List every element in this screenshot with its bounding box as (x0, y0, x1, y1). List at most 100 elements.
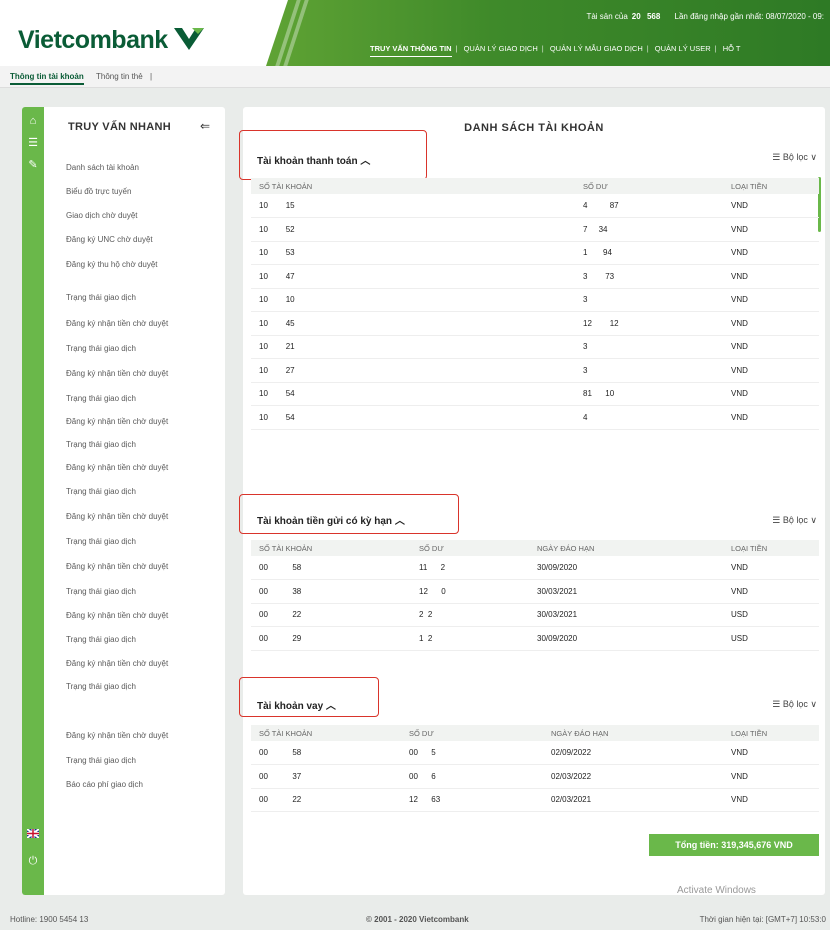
tab-card-info[interactable]: Thông tin thẻ (96, 72, 143, 81)
col-maturity-date[interactable]: NGÀY ĐÁO HẠN (529, 540, 723, 556)
table-row[interactable]: 10 15 4 87 VND (251, 194, 819, 218)
col-account-number[interactable]: SỐ TÀI KHOẢN (251, 178, 575, 194)
quick-item[interactable]: Trạng thái giao dịch (66, 537, 216, 547)
col-balance[interactable]: SỐ DƯ (401, 725, 543, 741)
col-currency[interactable]: LOẠI TIỀN (723, 725, 819, 741)
col-currency[interactable]: LOẠI TIỀN (723, 178, 819, 194)
copyright-text: © 2001 - 2020 Vietcombank (366, 915, 469, 924)
table-row[interactable]: 10 21 3 VND (251, 335, 819, 359)
deposit-table: SỐ TÀI KHOẢN SỐ DƯ NGÀY ĐÁO HẠN LOẠI TIỀ… (251, 540, 819, 651)
table-row[interactable]: 10 54 81 10 VND (251, 382, 819, 406)
hotline-text: Hotline: 1900 5454 13 (10, 915, 89, 924)
table-row[interactable]: 10 45 12 12 VND (251, 311, 819, 336)
tab-account-info[interactable]: Thông tin tài khoản (10, 72, 84, 85)
table-row[interactable]: 10 53 1 94 VND (251, 241, 819, 265)
sub-tabs: Thông tin tài khoản Thông tin thẻ | (0, 66, 830, 88)
balance-label: Tài sản của (586, 12, 628, 21)
deposit-filter-button[interactable]: ☰ Bộ lọc ∨ (772, 515, 817, 526)
quick-item[interactable]: Giao dịch chờ duyệt (66, 211, 216, 221)
footer: Hotline: 1900 5454 13 © 2001 - 2020 Viet… (0, 907, 830, 930)
quick-item[interactable]: Đăng ký nhận tiền chờ duyệt (66, 417, 216, 427)
user-info: Tài sản của 20 568 Lần đăng nhập gần nhất… (574, 12, 824, 21)
table-row[interactable]: 00 58 00 5 02/09/2022 VND (251, 741, 819, 765)
quick-item[interactable]: Đăng ký nhận tiền chờ duyệt (66, 512, 216, 522)
payment-filter-button[interactable]: ☰ Bộ lọc ∨ (772, 152, 817, 163)
quick-item[interactable]: Đăng ký nhận tiền chờ duyệt (66, 369, 216, 379)
chevron-down-icon: ∨ (810, 699, 817, 709)
table-row[interactable]: 00 29 1 2 30/09/2020 USD (251, 626, 819, 651)
quick-item[interactable]: Báo cáo phí giao dịch (66, 780, 216, 790)
current-time: Thời gian hiện tại: [GMT+7] 10:53:0 (699, 915, 826, 924)
pen-icon[interactable]: ✎ (27, 159, 39, 171)
last-login: Lần đăng nhập gần nhất: 08/07/2020 - 09: (674, 12, 824, 21)
deposit-section-title[interactable]: Tài khoản tiền gửi có kỳ hạn ︿ (257, 512, 405, 527)
quick-item[interactable]: Đăng ký nhận tiền chờ duyệt (66, 659, 216, 669)
col-balance[interactable]: SỐ DƯ (575, 178, 723, 194)
table-row[interactable]: 10 54 4 VND (251, 405, 819, 430)
quick-item[interactable]: Đăng ký nhận tiền chờ duyệt (66, 731, 216, 741)
header-banner (266, 0, 830, 66)
collapse-arrow-icon[interactable]: ⇐ (200, 119, 210, 133)
quick-item[interactable]: Trạng thái giao dịch (66, 293, 216, 303)
col-account-number[interactable]: SỐ TÀI KHOẢN (251, 540, 411, 556)
filter-icon: ☰ (772, 152, 781, 162)
chevron-down-icon: ∨ (810, 152, 817, 162)
total-amount-badge: Tổng tiền: 319,345,676 VND (649, 834, 819, 856)
header: Vietcombank Tài sản của 20 568 Lần đăng n… (0, 0, 830, 66)
table-row[interactable]: 00 58 11 2 30/09/2020 VND (251, 556, 819, 580)
filter-icon: ☰ (772, 699, 781, 709)
menu-icon[interactable]: ☰ (27, 137, 39, 149)
quick-item[interactable]: Trạng thái giao dịch (66, 487, 216, 497)
home-icon[interactable]: ⌂ (27, 115, 39, 127)
quick-item[interactable]: Đăng ký UNC chờ duyệt (66, 235, 216, 245)
quick-item[interactable]: Trạng thái giao dịch (66, 440, 216, 450)
nav-truy-van[interactable]: TRUY VẤN THÔNG TIN (370, 44, 452, 57)
loan-filter-button[interactable]: ☰ Bộ lọc ∨ (772, 699, 817, 710)
col-account-number[interactable]: SỐ TÀI KHOẢN (251, 725, 401, 741)
table-row[interactable]: 10 10 3 VND (251, 288, 819, 312)
quick-item[interactable]: Đăng ký nhận tiền chờ duyệt (66, 611, 216, 621)
payment-section-title[interactable]: Tài khoản thanh toán ︿ (257, 152, 370, 167)
power-icon[interactable]: ⏻ (27, 855, 39, 867)
chevron-up-icon[interactable]: ︿ (326, 701, 336, 712)
quick-query-title: TRUY VẤN NHANH (68, 121, 172, 133)
table-row[interactable]: 00 22 2 2 30/03/2021 USD (251, 603, 819, 627)
nav-quan-ly-user[interactable]: QUẢN LÝ USER (655, 44, 711, 53)
nav-quan-ly-giao-dich[interactable]: QUẢN LÝ GIAO DỊCH (464, 44, 538, 53)
loan-table: SỐ TÀI KHOẢN SỐ DƯ NGÀY ĐÁO HẠN LOẠI TIỀ… (251, 725, 819, 812)
nav-ho-tro[interactable]: HỖ T (723, 44, 741, 53)
chevron-up-icon[interactable]: ︿ (395, 516, 405, 527)
loan-section-title[interactable]: Tài khoản vay ︿ (257, 697, 336, 712)
chevron-down-icon: ∨ (810, 515, 817, 525)
quick-item[interactable]: Đăng ký nhận tiền chờ duyệt (66, 319, 216, 329)
table-row[interactable]: 10 47 3 73 VND (251, 264, 819, 289)
uk-flag-icon[interactable] (26, 828, 40, 841)
side-rail: ⌂ ☰ ✎ ⏻ (22, 107, 44, 895)
quick-item[interactable]: Đăng ký nhận tiền chờ duyệt (66, 562, 216, 572)
quick-item[interactable]: Đăng ký thu hộ chờ duyệt (66, 260, 216, 270)
payment-table: SỐ TÀI KHOẢN SỐ DƯ LOẠI TIỀN 10 15 4 87 VN… (251, 178, 819, 430)
table-row[interactable]: 10 52 7 34 VND (251, 217, 819, 242)
table-row[interactable]: 00 22 12 63 02/03/2021 VND (251, 788, 819, 812)
quick-item[interactable]: Trạng thái giao dịch (66, 394, 216, 404)
table-row[interactable]: 00 37 00 6 02/03/2022 VND (251, 764, 819, 789)
chevron-up-icon[interactable]: ︿ (360, 156, 370, 167)
quick-item[interactable]: Trạng thái giao dịch (66, 344, 216, 354)
top-navigation: TRUY VẤN THÔNG TIN | QUẢN LÝ GIAO DỊCH | Q… (370, 44, 744, 57)
quick-item[interactable]: Biểu đồ trực tuyến (66, 187, 216, 197)
col-balance[interactable]: SỐ DƯ (411, 540, 529, 556)
quick-item[interactable]: Trạng thái giao dịch (66, 587, 216, 597)
quick-item[interactable]: Danh sách tài khoản (66, 163, 216, 173)
quick-item[interactable]: Trạng thái giao dịch (66, 682, 216, 692)
table-row[interactable]: 10 27 3 VND (251, 358, 819, 383)
quick-item[interactable]: Trạng thái giao dịch (66, 756, 216, 766)
quick-item[interactable]: Trạng thái giao dịch (66, 635, 216, 645)
quick-query-panel: ⌂ ☰ ✎ ⏻ TRUY VẤN NHANH ⇐ Danh sách tài k… (22, 107, 225, 895)
quick-item[interactable]: Đăng ký nhận tiền chờ duyệt (66, 463, 216, 473)
col-maturity-date[interactable]: NGÀY ĐÁO HẠN (543, 725, 723, 741)
col-currency[interactable]: LOẠI TIỀN (723, 540, 819, 556)
filter-icon: ☰ (772, 515, 781, 525)
vietcombank-logo[interactable]: Vietcombank (18, 26, 168, 55)
table-row[interactable]: 00 38 12 0 30/03/2021 VND (251, 579, 819, 604)
nav-quan-ly-mau[interactable]: QUẢN LÝ MẪU GIAO DỊCH (550, 44, 643, 53)
